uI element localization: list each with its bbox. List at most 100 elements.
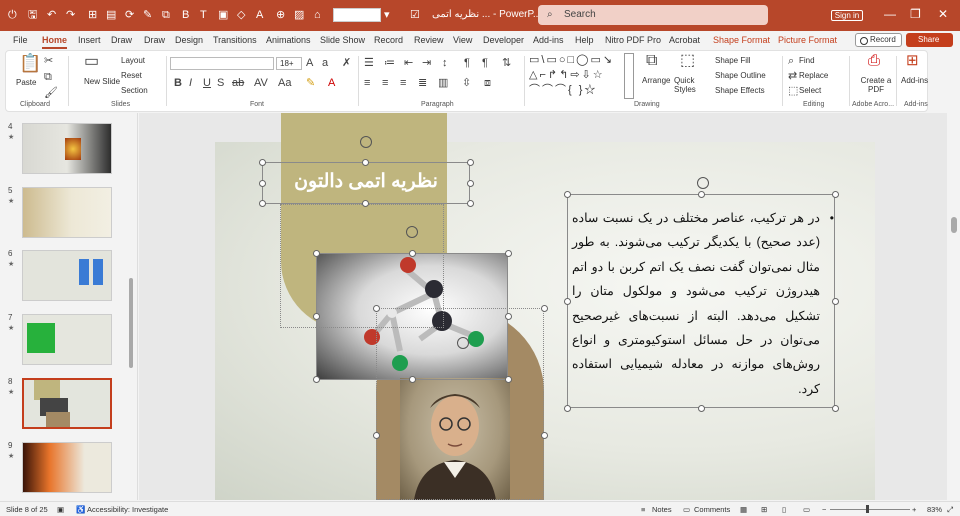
paste-button[interactable]: Paste [16,78,36,87]
font-color-icon[interactable]: A [328,77,335,89]
resize-handle[interactable] [409,250,416,257]
sign-in-button[interactable]: Sign in [831,10,863,21]
shape-fill-button[interactable]: Shape Fill [715,56,751,65]
slide-body-text[interactable]: در هر ترکیب، عناصر مختلف در یک نسبت ساده… [572,206,834,401]
resize-handle[interactable] [564,405,571,412]
ltr-icon[interactable]: ¶ [482,57,488,69]
increase-indent-icon[interactable]: ⇥ [422,57,431,69]
find-button[interactable]: Find [799,56,815,65]
rotate-handle-icon[interactable] [697,177,709,189]
tab-file[interactable]: File [13,35,28,45]
align-left-icon[interactable]: ≡ [364,77,370,89]
format-painter-qa-icon[interactable]: ⌂ [314,8,321,22]
shrink-font-icon[interactable]: a [322,57,328,69]
resize-handle[interactable] [362,200,369,207]
tab-picture-format[interactable]: Picture Format [778,35,837,45]
undo-icon[interactable]: ↶ [47,8,56,22]
layout-button[interactable]: Layout [121,56,145,65]
format-icon[interactable]: ⧉ [162,8,170,22]
decrease-indent-icon[interactable]: ⇤ [404,57,413,69]
insert-icon[interactable]: ⊕ [276,8,285,22]
resize-handle[interactable] [832,298,839,305]
resize-handle[interactable] [541,305,548,312]
resize-handle[interactable] [698,405,705,412]
resize-handle[interactable] [698,191,705,198]
align-text-icon[interactable]: ⇳ [462,77,471,89]
tab-draw[interactable]: Draw [111,35,132,45]
present-icon[interactable]: ⊞ [88,8,97,22]
numbering-icon[interactable]: ≔ [384,57,395,69]
copy-icon[interactable]: ⧉ [44,71,52,83]
fit-slide-icon[interactable]: ⤢ [947,505,953,515]
tab-home[interactable]: Home [42,35,68,49]
spacing-icon[interactable]: AV [254,77,268,89]
rotate-handle-icon[interactable] [406,226,418,238]
resize-handle[interactable] [541,432,548,439]
resize-handle[interactable] [409,376,416,383]
italic-icon[interactable]: I [189,77,192,89]
tab-animations[interactable]: Animations [266,35,311,45]
grow-font-icon[interactable]: A [306,57,313,69]
zoom-slider-thumb[interactable] [866,505,869,513]
resize-handle[interactable] [313,313,320,320]
draw-icon[interactable]: ✎ [143,8,152,22]
resize-handle[interactable] [467,159,474,166]
tab-transitions[interactable]: Transitions [213,35,257,45]
spellcheck-icon[interactable]: ▣ [57,505,64,514]
screenshot-icon[interactable]: ▣ [218,8,228,22]
save-icon[interactable]: 🖫 [28,8,37,22]
slide-thumbnail-4[interactable] [22,123,112,174]
tab-help[interactable]: Help [575,35,594,45]
tab-record[interactable]: Record [374,35,403,45]
slide-counter[interactable]: Slide 8 of 25 [6,505,48,514]
close-icon[interactable]: ✕ [938,7,948,21]
replace-button[interactable]: Replace [799,71,828,80]
rtl-icon[interactable]: ¶ [464,57,470,69]
resize-handle[interactable] [564,191,571,198]
zoom-out-icon[interactable]: − [822,505,826,514]
font-size-input[interactable]: 18+ [276,57,302,70]
tab-add-ins[interactable]: Add-ins [533,35,564,45]
zoom-in-icon[interactable]: + [912,505,916,514]
normal-view-icon[interactable]: ▦ [740,505,747,514]
tab-slide-show[interactable]: Slide Show [320,35,365,45]
new-slide-button[interactable]: New Slide [84,77,120,86]
arrange-button[interactable]: Arrange [642,76,670,85]
resize-handle[interactable] [259,200,266,207]
bold-qa-icon[interactable]: B [182,8,189,22]
align-right-icon[interactable]: ≡ [400,77,406,89]
tab-developer[interactable]: Developer [483,35,524,45]
layout-icon[interactable]: ▤ [106,8,116,22]
picture-icon[interactable]: ▨ [294,8,304,22]
quick-styles-button[interactable]: Quick Styles [674,76,704,94]
create-pdf-icon[interactable]: ⎙ [868,53,880,68]
tab-review[interactable]: Review [414,35,444,45]
resize-handle[interactable] [832,405,839,412]
tab-view[interactable]: View [453,35,472,45]
slide-thumbnail-8[interactable] [22,378,112,429]
add-ins-icon[interactable]: ⊞ [906,53,919,68]
resize-handle[interactable] [362,159,369,166]
notes-button[interactable]: Notes [652,505,672,514]
align-center-icon[interactable]: ≡ [382,77,388,89]
rotate-handle-icon[interactable] [360,136,372,148]
slide-thumbnail-6[interactable] [22,250,112,301]
vertical-scrollbar[interactable] [948,113,960,500]
tab-draw-2[interactable]: Draw [144,35,165,45]
font-name-input[interactable] [170,57,274,70]
slide-thumbnail-7[interactable] [22,314,112,365]
underline-icon[interactable]: U [203,77,211,89]
tab-acrobat[interactable]: Acrobat [669,35,700,45]
text-direction-icon[interactable]: ⇅ [502,57,511,69]
new-slide-icon[interactable]: ▭ [84,54,99,70]
tab-insert[interactable]: Insert [78,35,101,45]
resize-handle[interactable] [564,298,571,305]
tab-design[interactable]: Design [175,35,203,45]
resize-handle[interactable] [505,376,512,383]
scroll-thumb[interactable] [951,217,957,233]
create-pdf-button[interactable]: Create a PDF [858,76,894,94]
sync-icon[interactable]: ⟳ [125,8,134,22]
resize-handle[interactable] [373,305,380,312]
resize-handle[interactable] [313,376,320,383]
accessibility-status[interactable]: Accessibility: Investigate [87,505,168,514]
